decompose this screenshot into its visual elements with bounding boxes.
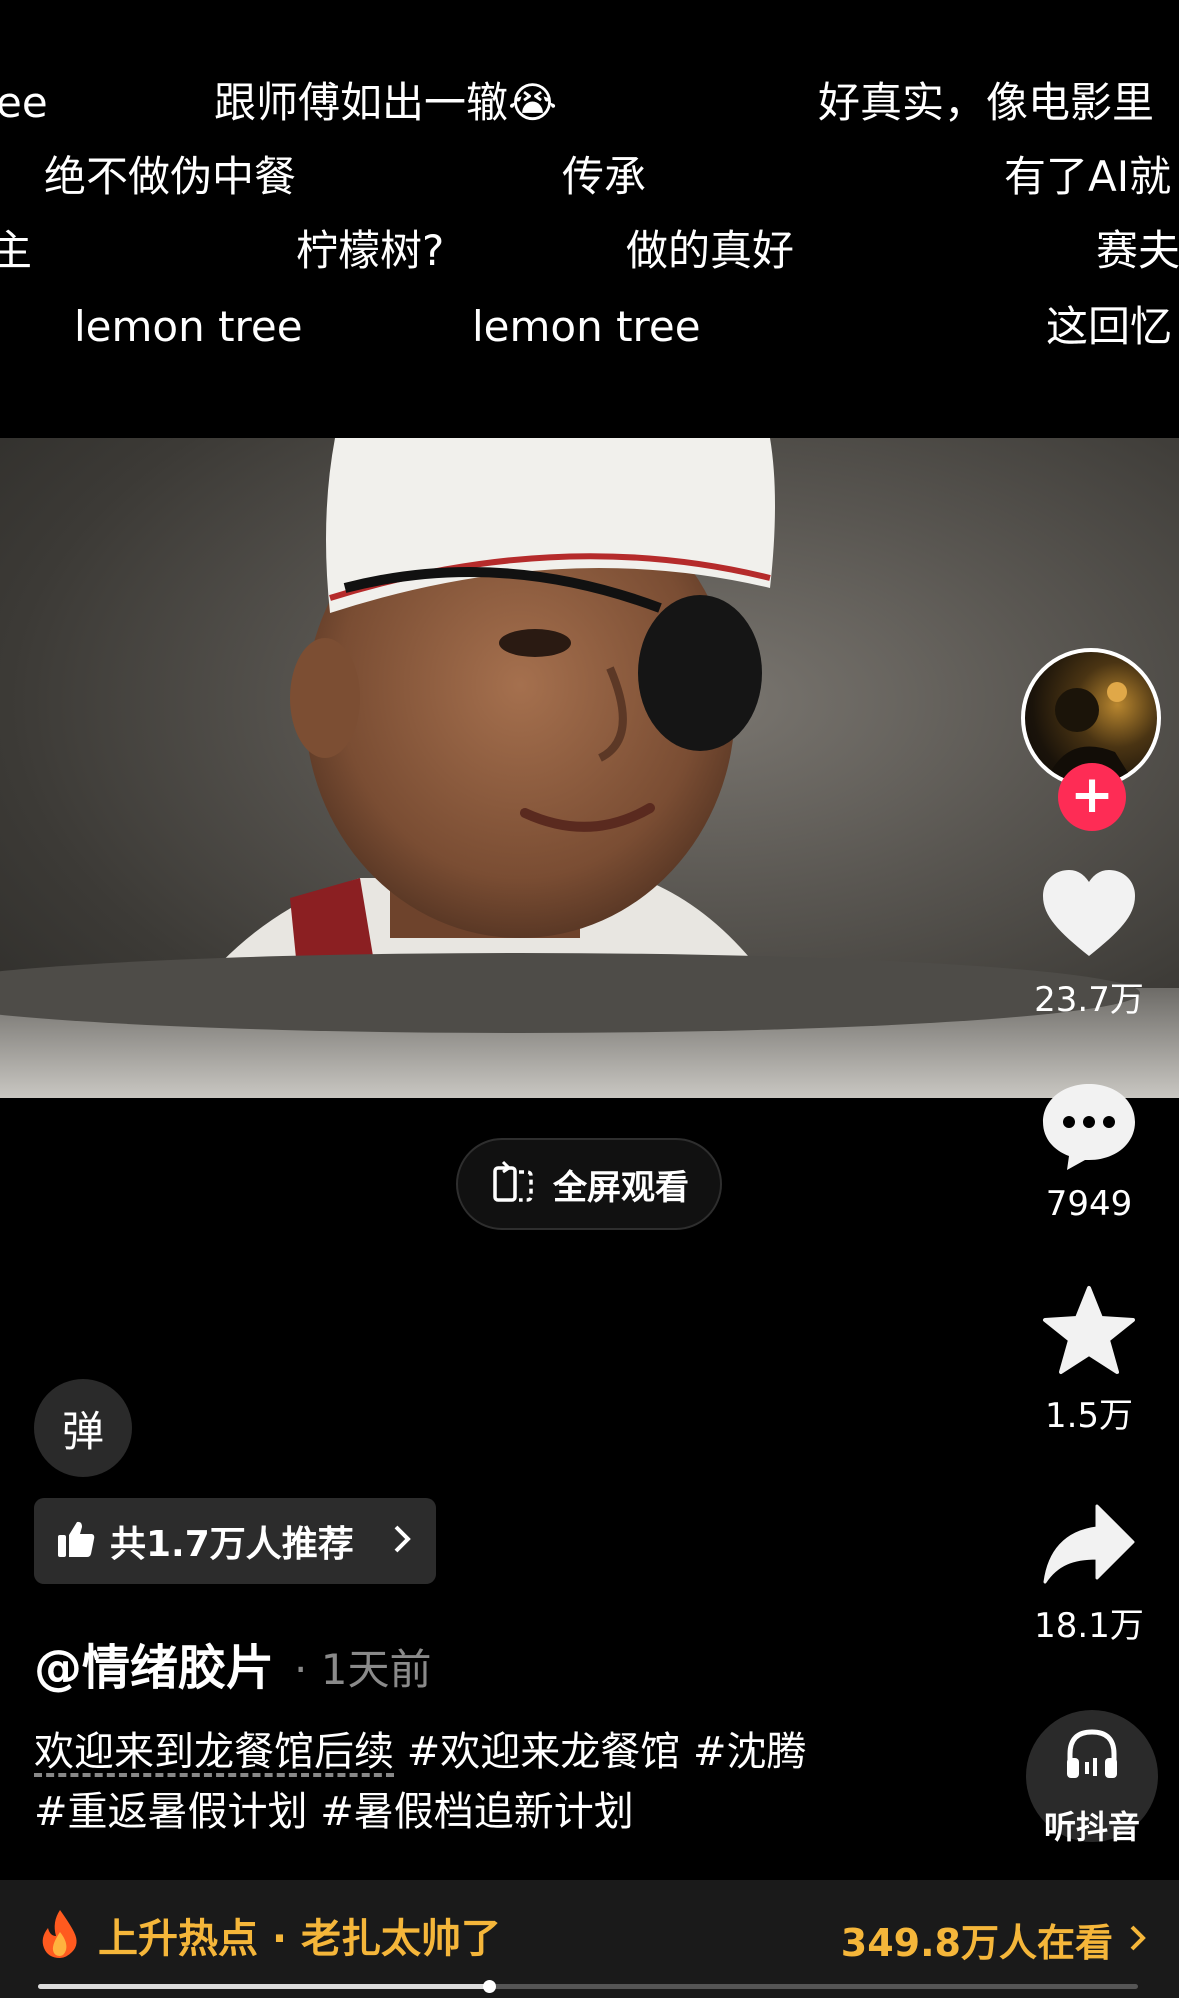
like-count: 23.7万: [1034, 980, 1144, 1020]
favorite-count: 1.5万: [1044, 1396, 1134, 1436]
danmaku-comment: 这回忆: [1046, 302, 1173, 351]
fullscreen-label: 全屏观看: [553, 1167, 689, 1208]
listen-douyin-button[interactable]: 听抖音: [1026, 1710, 1158, 1846]
danmaku-comment: 主: [0, 226, 33, 275]
share-count: 18.1万: [1034, 1606, 1144, 1646]
recommend-pill[interactable]: 共1.7万人推荐: [34, 1498, 436, 1584]
watching-count: 349.8万人在看: [840, 1921, 1113, 1965]
chevron-right-icon: [1127, 1923, 1149, 1957]
danmaku-comment: ee: [0, 78, 48, 127]
caption-hashtags-2[interactable]: #重返暑假计划 #暑假档追新计划: [34, 1789, 634, 1835]
post-time: · 1天前: [294, 1645, 432, 1694]
follow-button[interactable]: +: [1058, 763, 1126, 831]
author-row: @情绪胶片 · 1天前: [34, 1628, 431, 1698]
danmaku-comment: lemon tree: [74, 302, 303, 351]
favorite-action[interactable]: 1.5万: [999, 1284, 1179, 1437]
fullscreen-button[interactable]: 全屏观看: [456, 1138, 722, 1230]
progress-fill: [38, 1984, 489, 1989]
comment-action[interactable]: 7949: [999, 1080, 1179, 1224]
hot-topic-text: 上升热点 · 老扎太帅了: [98, 1916, 502, 1962]
progress-knob[interactable]: [483, 1980, 496, 1993]
danmaku-comment: 有了AI就: [1004, 152, 1172, 201]
author-name[interactable]: @情绪胶片: [34, 1628, 274, 1698]
danmaku-comment: lemon tree: [472, 302, 701, 351]
like-action[interactable]: 23.7万: [999, 868, 1179, 1021]
recommend-text: 共1.7万人推荐: [110, 1524, 354, 1565]
hot-topic-bar[interactable]: 上升热点 · 老扎太帅了 349.8万人在看: [0, 1880, 1179, 1998]
caption-hashtags-1[interactable]: #欢迎来龙餐馆 #沈腾: [394, 1729, 807, 1775]
share-arrow-icon: [1041, 1504, 1137, 1590]
danmaku-comment: 好真实，像电影里: [818, 78, 1155, 127]
danmaku-toggle-button[interactable]: 弹: [34, 1379, 132, 1477]
comment-count: 7949: [1045, 1184, 1133, 1224]
danmaku-toggle-label: 弹: [61, 1406, 104, 1456]
video-caption: 欢迎来到龙餐馆后续 #欢迎来龙餐馆 #沈腾 #重返暑假计划 #暑假档追新计划: [34, 1722, 934, 1842]
comment-icon: [1039, 1084, 1139, 1176]
danmaku-comment: 绝不做伪中餐: [44, 152, 297, 201]
chevron-right-icon: [390, 1523, 414, 1559]
flame-icon: [40, 1908, 80, 1962]
listen-label: 听抖音: [1043, 1808, 1140, 1846]
star-icon: [1041, 1286, 1137, 1380]
danmaku-comment: 做的真好: [626, 226, 795, 275]
video-progress-bar[interactable]: [38, 1980, 1138, 1993]
danmaku-comment: 跟师傅如出一辙😭: [214, 78, 558, 127]
headphones-icon: [1064, 1726, 1120, 1786]
danmaku-comment: 柠檬树?: [296, 226, 445, 275]
danmaku-comment: 赛夫: [1096, 226, 1179, 275]
share-action[interactable]: 18.1万: [999, 1502, 1179, 1647]
caption-main[interactable]: 欢迎来到龙餐馆后续: [34, 1729, 394, 1775]
heart-icon: [1039, 870, 1139, 964]
thumbs-up-icon: [56, 1519, 96, 1563]
rotate-screen-icon: [489, 1158, 537, 1210]
danmaku-comment: 传承: [562, 152, 647, 201]
